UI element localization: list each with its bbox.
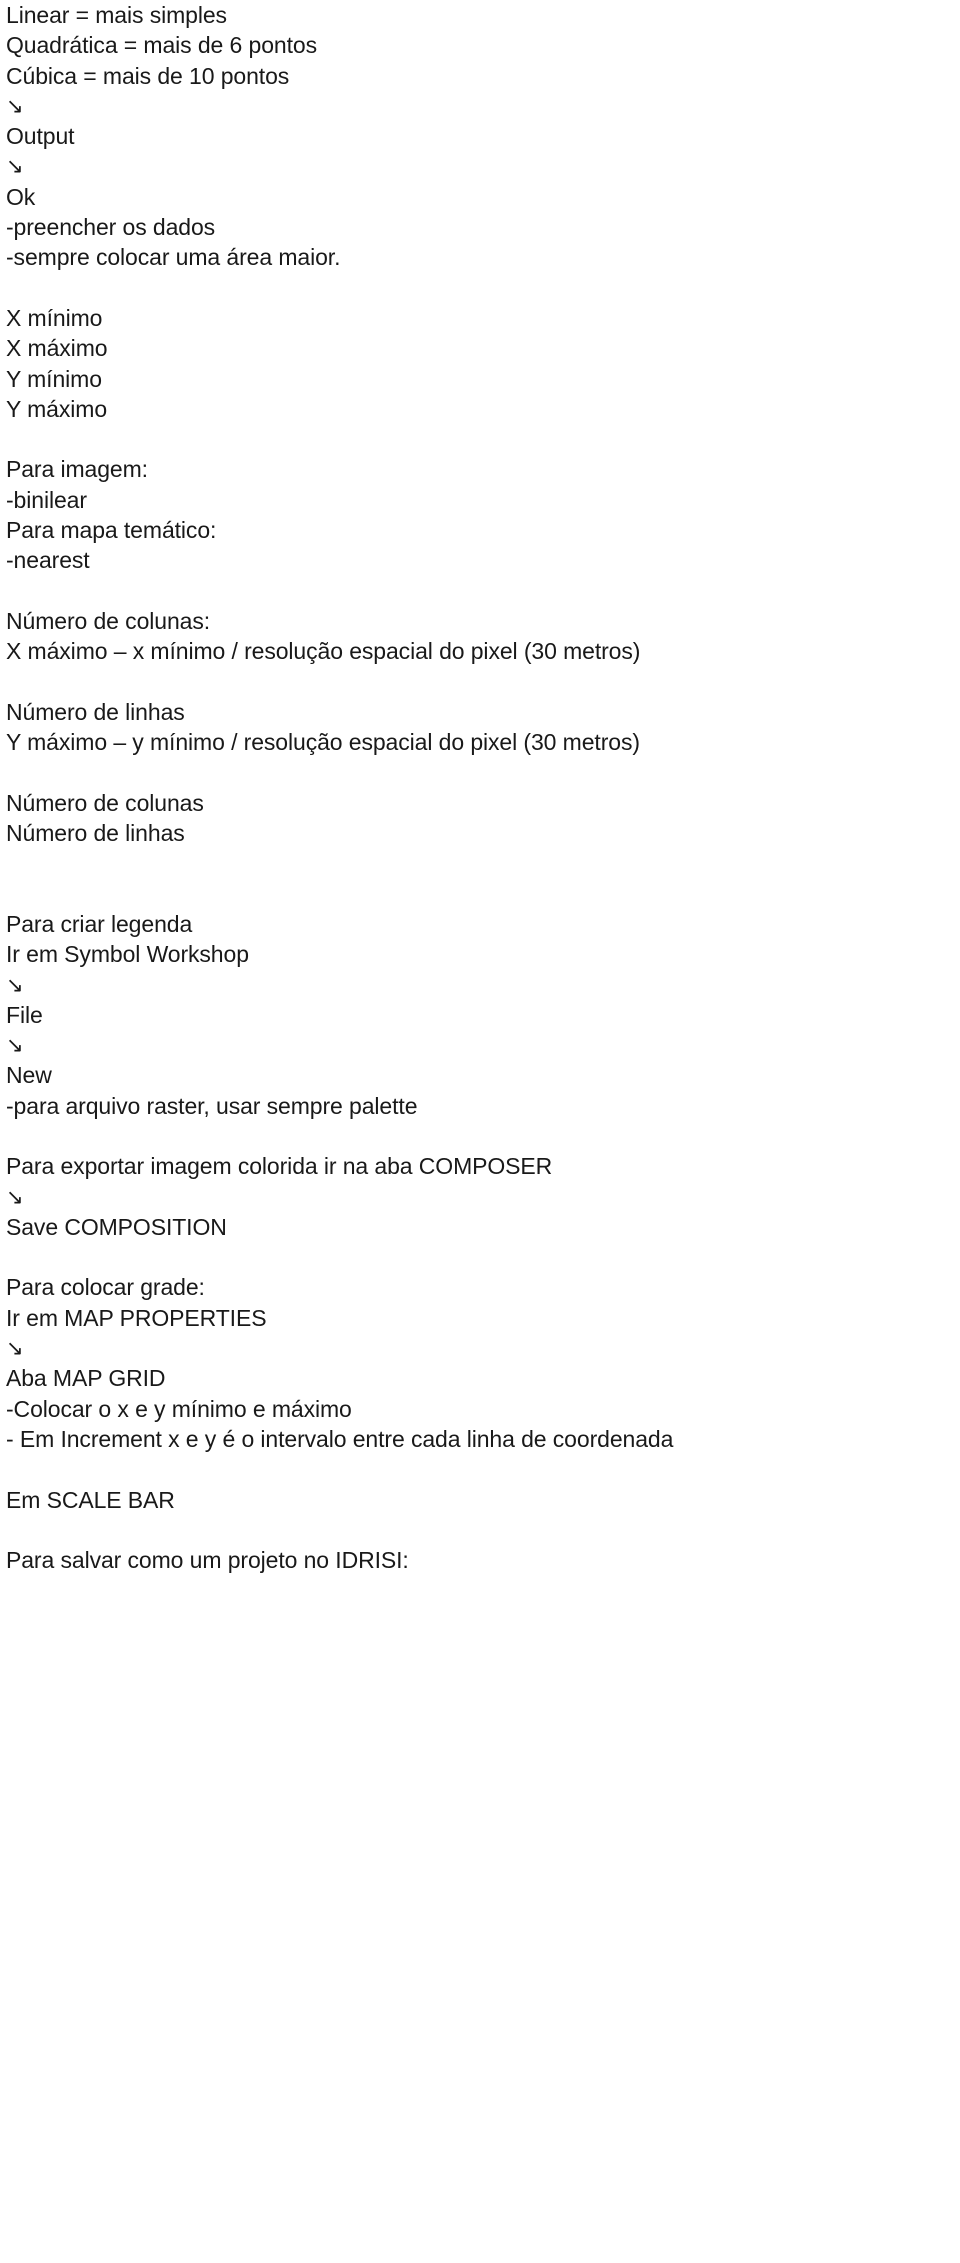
arrow-glyph: ↘ — [6, 93, 24, 118]
text-line: X máximo — [6, 335, 108, 362]
text-line: Y máximo – y mínimo / resolução espacial… — [6, 729, 640, 756]
text-line: -binilear — [6, 486, 87, 513]
document-text-body: Linear = mais simples Quadrática = mais d… — [6, 0, 960, 1575]
text-line: -sempre colocar uma área maior. — [6, 244, 341, 271]
arrow-down-right-icon: ↘ — [6, 1182, 960, 1212]
text-line: -preencher os dados — [6, 214, 216, 241]
text-line: -para arquivo raster, usar sempre palett… — [6, 1092, 418, 1119]
text-line: Para salvar como um projeto no IDRISI: — [6, 1547, 409, 1574]
arrow-glyph: ↘ — [6, 1184, 24, 1209]
text-line: Em SCALE BAR — [6, 1486, 175, 1513]
text-line: Linear = mais simples — [6, 2, 227, 28]
arrow-glyph: ↘ — [6, 1033, 24, 1058]
text-line: X máximo – x mínimo / resolução espacial… — [6, 638, 641, 665]
text-line: Aba MAP GRID — [6, 1365, 166, 1392]
text-line: Para criar legenda — [6, 910, 193, 937]
arrow-down-right-icon: ↘ — [6, 970, 960, 1000]
text-line: Número de colunas: — [6, 607, 211, 634]
text-line: New — [6, 1062, 52, 1089]
arrow-glyph: ↘ — [6, 1336, 24, 1361]
text-line: Output — [6, 123, 75, 150]
text-line: Save COMPOSITION — [6, 1213, 227, 1240]
text-line: Para mapa temático: — [6, 517, 217, 544]
text-line: Número de colunas — [6, 789, 204, 816]
text-line: Ir em Symbol Workshop — [6, 941, 249, 968]
text-line: - Em Increment x e y é o intervalo entre… — [6, 1425, 674, 1452]
arrow-glyph: ↘ — [6, 972, 24, 997]
arrow-down-right-icon: ↘ — [6, 151, 960, 181]
text-line: File — [6, 1001, 43, 1028]
text-line: Cúbica = mais de 10 pontos — [6, 62, 290, 89]
text-line: Ir em MAP PROPERTIES — [6, 1304, 267, 1331]
text-line: X mínimo — [6, 304, 103, 331]
text-line: -Colocar o x e y mínimo e máximo — [6, 1395, 352, 1422]
text-line: Para colocar grade: — [6, 1274, 205, 1301]
text-line: Y mínimo — [6, 365, 102, 392]
text-line: Número de linhas — [6, 698, 185, 725]
arrow-down-right-icon: ↘ — [6, 1030, 960, 1060]
text-line: Ok — [6, 183, 36, 210]
text-line: -nearest — [6, 547, 90, 574]
text-line: Para imagem: — [6, 456, 148, 483]
arrow-down-right-icon: ↘ — [6, 91, 960, 121]
arrow-glyph: ↘ — [6, 154, 24, 179]
document-page: Linear = mais simples Quadrática = mais d… — [0, 0, 960, 2263]
text-line: Y máximo — [6, 395, 108, 422]
text-line: Para exportar imagem colorida ir na aba … — [6, 1153, 553, 1180]
text-line: Quadrática = mais de 6 pontos — [6, 32, 317, 59]
text-line: Número de linhas — [6, 820, 185, 847]
arrow-down-right-icon: ↘ — [6, 1333, 960, 1363]
